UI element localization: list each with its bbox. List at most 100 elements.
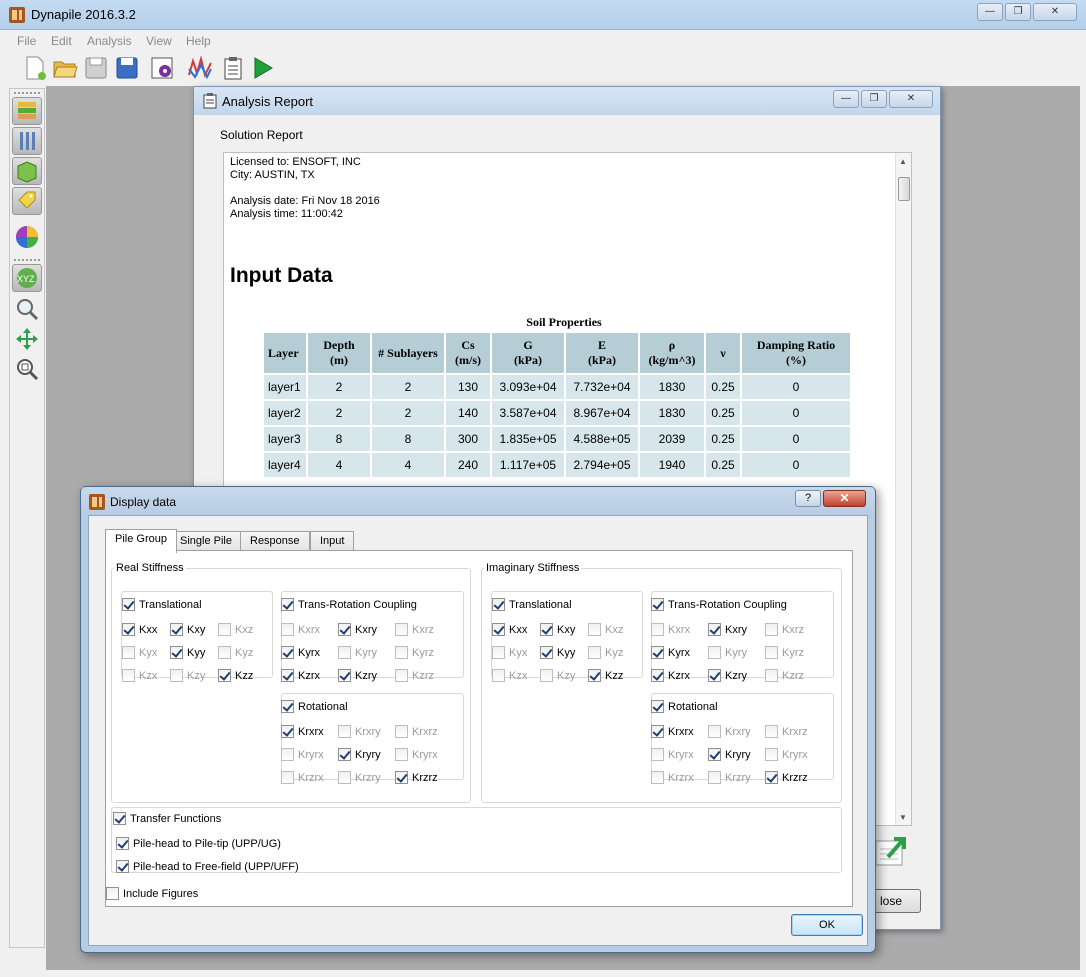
open-folder-icon[interactable] [52,55,78,81]
save-icon[interactable] [83,55,109,81]
imag-kryrx-checkbox[interactable]: Kryrx [651,748,694,761]
checkbox-box[interactable] [540,646,553,659]
checkbox-box[interactable] [765,646,778,659]
checkbox-box[interactable] [708,725,721,738]
checkbox-box[interactable] [338,748,351,761]
real-kryrx-checkbox[interactable]: Kryrx [281,748,324,761]
checkbox-box[interactable] [122,623,135,636]
pile-head-to-pile-tip-checkbox[interactable]: Pile-head to Pile-tip (UPP/UG) [116,837,281,850]
real-krxrz-checkbox[interactable]: Krxrz [395,725,438,738]
checkbox-box[interactable] [281,623,294,636]
checkbox-box[interactable] [281,748,294,761]
imag-kzrz-checkbox[interactable]: Kzrz [765,669,804,682]
real-kzy-checkbox[interactable]: Kzy [170,669,205,682]
real-kxx-checkbox[interactable]: Kxx [122,623,157,636]
checkbox-box[interactable] [588,623,601,636]
real-coupling-checkbox[interactable]: Trans-Rotation Coupling [281,598,417,611]
pile-icon[interactable] [12,127,42,155]
checkbox-box[interactable] [765,771,778,784]
menu-help[interactable]: Help [186,34,211,48]
imag-kyrx-checkbox[interactable]: Kyrx [651,646,690,659]
settings-icon[interactable] [150,55,176,81]
tab-pile-group[interactable]: Pile Group [105,529,177,553]
checkbox-box[interactable] [708,623,721,636]
checkbox-box[interactable] [281,669,294,682]
real-kyrz-checkbox[interactable]: Kyrz [395,646,434,659]
close-window-button[interactable]: ✕ [1033,3,1077,21]
checkbox-box[interactable] [651,748,664,761]
checkbox-box[interactable] [116,837,129,850]
real-krzrz-checkbox[interactable]: Krzrz [395,771,438,784]
report-close-x-button[interactable]: ✕ [889,90,933,108]
checkbox-box[interactable] [122,669,135,682]
checkbox-box[interactable] [170,669,183,682]
imag-kzry-checkbox[interactable]: Kzry [708,669,747,682]
checkbox-box[interactable] [113,812,126,825]
checkbox-box[interactable] [492,669,505,682]
checkbox-box[interactable] [281,771,294,784]
menu-view[interactable]: View [146,34,172,48]
checkbox-box[interactable] [651,623,664,636]
checkbox-box[interactable] [338,725,351,738]
tag-icon[interactable] [12,187,42,215]
include-figures-checkbox[interactable]: Include Figures [106,887,198,900]
checkbox-box[interactable] [765,725,778,738]
run-icon[interactable] [250,55,276,81]
imag-kryry-checkbox[interactable]: Kryry [708,748,751,761]
checkbox-box[interactable] [588,669,601,682]
report-icon[interactable] [220,55,246,81]
save-as-icon[interactable] [114,55,140,81]
checkbox-box[interactable] [395,725,408,738]
real-kzx-checkbox[interactable]: Kzx [122,669,157,682]
imag-krzrx-checkbox[interactable]: Krzrx [651,771,694,784]
checkbox-box[interactable] [106,887,119,900]
report-scrollbar[interactable]: ▲ ▼ [895,153,911,825]
real-kryrx-checkbox[interactable]: Kryrx [395,748,438,761]
scroll-down-icon[interactable]: ▼ [899,813,907,822]
checkbox-box[interactable] [170,623,183,636]
checkbox-box[interactable] [492,598,505,611]
real-kxrz-checkbox[interactable]: Kxrz [395,623,434,636]
real-translational-checkbox[interactable]: Translational [122,598,202,611]
real-krxry-checkbox[interactable]: Krxry [338,725,381,738]
checkbox-box[interactable] [708,669,721,682]
checkbox-box[interactable] [765,623,778,636]
menu-analysis[interactable]: Analysis [87,34,132,48]
real-kzz-checkbox[interactable]: Kzz [218,669,253,682]
imag-kxz-checkbox[interactable]: Kxz [588,623,623,636]
report-minimize-button[interactable]: — [833,90,859,108]
checkbox-box[interactable] [540,623,553,636]
pile-group-icon[interactable] [12,157,42,185]
imag-kxrx-checkbox[interactable]: Kxrx [651,623,690,636]
checkbox-box[interactable] [651,646,664,659]
real-kxrx-checkbox[interactable]: Kxrx [281,623,320,636]
real-rotational-checkbox[interactable]: Rotational [281,700,348,713]
report-close-button[interactable]: lose [871,889,921,913]
checkbox-box[interactable] [395,669,408,682]
imag-coupling-checkbox[interactable]: Trans-Rotation Coupling [651,598,787,611]
imag-kxry-checkbox[interactable]: Kxry [708,623,747,636]
checkbox-box[interactable] [708,771,721,784]
checkbox-box[interactable] [588,646,601,659]
zoom-extents-icon[interactable] [14,356,40,382]
real-kzrz-checkbox[interactable]: Kzrz [395,669,434,682]
checkbox-box[interactable] [651,598,664,611]
checkbox-box[interactable] [765,669,778,682]
checkbox-box[interactable] [338,669,351,682]
checkbox-box[interactable] [281,700,294,713]
pile-head-to-free-field-checkbox[interactable]: Pile-head to Free-field (UPP/UFF) [116,860,299,873]
checkbox-box[interactable] [708,748,721,761]
scroll-up-icon[interactable]: ▲ [899,157,907,166]
checkbox-box[interactable] [395,646,408,659]
real-kxy-checkbox[interactable]: Kxy [170,623,205,636]
imag-kyz-checkbox[interactable]: Kyz [588,646,623,659]
checkbox-box[interactable] [338,771,351,784]
tab-single-pile[interactable]: Single Pile [170,531,242,551]
color-wheel-icon[interactable] [14,224,40,250]
maximize-button[interactable]: ❐ [1005,3,1031,21]
transfer-functions-checkbox[interactable]: Transfer Functions [113,812,221,825]
real-kzry-checkbox[interactable]: Kzry [338,669,377,682]
imag-kyx-checkbox[interactable]: Kyx [492,646,527,659]
imag-krxrz-checkbox[interactable]: Krxrz [765,725,808,738]
tab-input[interactable]: Input [310,531,355,551]
